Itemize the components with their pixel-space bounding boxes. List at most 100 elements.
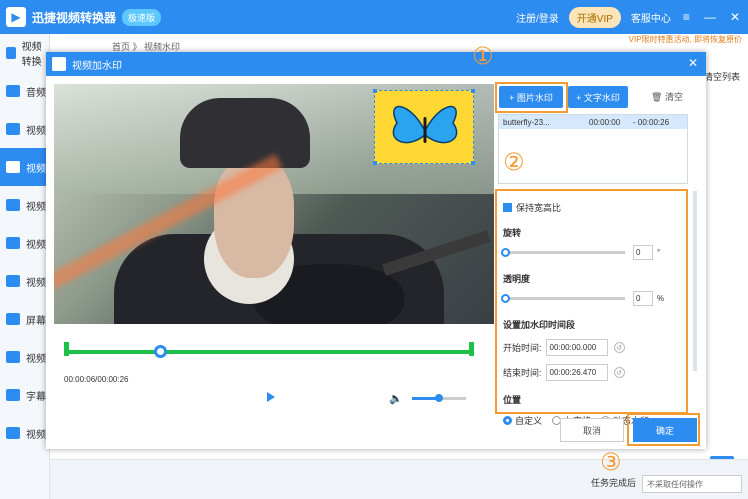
sidebar-item-video-5[interactable]: 视频 xyxy=(0,224,49,262)
highlight-box-image-watermark xyxy=(495,82,568,113)
time-section-label: 设置加水印时间段 xyxy=(503,320,576,330)
screen-icon xyxy=(6,313,20,325)
document-icon xyxy=(6,199,20,211)
opacity-input[interactable]: 0 xyxy=(633,291,653,306)
opacity-label: 透明度 xyxy=(503,274,531,284)
cancel-button[interactable]: 取消 xyxy=(560,418,624,442)
butterfly-icon xyxy=(392,106,458,144)
menu-icon[interactable]: ≡ xyxy=(681,10,692,24)
app-titlebar: ▶ 迅捷视频转换器 极速版 注册/登录 开通VIP 客服中心 ≡ — ✕ xyxy=(0,0,748,34)
end-time-label: 结束时间: xyxy=(503,368,542,378)
rotate-row: 0 ° xyxy=(501,245,680,260)
task-option-value: 不采取任何操作 xyxy=(647,479,703,489)
volume-icon[interactable]: 🔈 xyxy=(389,392,403,405)
keep-ratio-row[interactable]: 保持宽高比 xyxy=(503,201,680,214)
login-link[interactable]: 注册/登录 xyxy=(516,10,559,25)
reset-end-icon[interactable]: ↺ xyxy=(613,367,625,378)
dialog-logo-icon xyxy=(52,57,66,71)
resize-handle[interactable] xyxy=(373,161,377,165)
sidebar-item-label: 字幕 xyxy=(26,391,46,403)
circle-icon xyxy=(6,275,20,287)
clear-list-button[interactable]: 清空列表 xyxy=(704,70,740,83)
sidebar-item-label: 视频 xyxy=(26,277,46,289)
sidebar-item-audio[interactable]: 音频 xyxy=(0,72,49,110)
step-marker-1: ① xyxy=(472,42,494,70)
radio-label: 自定义 xyxy=(515,416,543,426)
clear-watermarks-button[interactable]: 🗑 清空 xyxy=(651,90,683,103)
start-time-label: 开始时间: xyxy=(503,343,542,353)
add-text-watermark-button[interactable]: + 文字水印 xyxy=(568,86,628,108)
rotate-input[interactable]: 0 xyxy=(633,245,653,260)
video-icon xyxy=(6,47,16,59)
task-complete-select[interactable]: 不采取任何操作 xyxy=(642,475,742,493)
sidebar-item-label: 音频 xyxy=(26,87,46,99)
vip-button[interactable]: 开通VIP xyxy=(568,6,621,28)
image-watermark-overlay[interactable] xyxy=(373,89,475,165)
sidebar-item-video-4[interactable]: 视频 xyxy=(0,186,49,224)
watermark-start: 00:00:00 xyxy=(589,117,621,127)
sidebar-item-subtitle[interactable]: 字幕 xyxy=(0,376,49,414)
keep-ratio-checkbox[interactable] xyxy=(503,203,512,212)
edition-badge: 极速版 xyxy=(122,8,162,26)
service-link[interactable]: 客服中心 xyxy=(631,10,671,25)
video-icon xyxy=(6,161,20,173)
rotate-knob[interactable] xyxy=(501,248,510,257)
playhead-knob[interactable] xyxy=(154,345,168,358)
resize-handle[interactable] xyxy=(373,89,377,93)
app-logo-icon: ▶ xyxy=(6,7,26,27)
resize-handle[interactable] xyxy=(471,89,475,93)
watermark-list: butterfly-23... 00:00:00 - 00:00:26 xyxy=(498,114,688,184)
rotate-label: 旋转 xyxy=(503,228,522,238)
position-label: 位置 xyxy=(503,395,522,405)
sidebar-item-label: 屏幕 xyxy=(26,315,46,327)
sidebar-item-video-3[interactable]: 视频 xyxy=(0,148,49,186)
sidebar-item-video-8[interactable]: 视频 xyxy=(0,338,49,376)
sidebar-item-video-10[interactable]: 视频 xyxy=(0,414,49,452)
opacity-knob[interactable] xyxy=(501,294,510,303)
settings-scrollbar[interactable] xyxy=(693,191,697,371)
minimize-icon[interactable]: — xyxy=(702,10,718,24)
globe-icon xyxy=(6,351,20,363)
position-custom-radio[interactable]: 自定义 xyxy=(503,414,542,427)
sidebar-item-label: 视频 xyxy=(26,353,46,365)
start-time-input[interactable]: 00:00:00.000 xyxy=(545,339,608,356)
camera-icon xyxy=(6,123,20,135)
end-time-row: 结束时间: 00:00:26.470 ↺ xyxy=(503,364,680,381)
close-window-icon[interactable]: ✕ xyxy=(728,10,742,24)
rotate-unit: ° xyxy=(657,248,661,257)
watermark-dialog: 视频加水印 ✕ 00:00:06/00:00:26 🔈 + 图片水印 + 文字水… xyxy=(46,52,706,449)
timeline-start-handle[interactable] xyxy=(64,342,69,356)
video-figure-hat xyxy=(180,98,310,168)
sidebar-item-video-6[interactable]: 视频 xyxy=(0,262,49,300)
sidebar-item-screen[interactable]: 屏幕 xyxy=(0,300,49,338)
timeline-track xyxy=(68,350,470,354)
opacity-slider[interactable] xyxy=(501,294,625,303)
timeline-end-handle[interactable] xyxy=(469,342,474,356)
audio-icon xyxy=(6,85,20,97)
timeline-range[interactable] xyxy=(64,342,474,360)
watermark-end: - 00:00:26 xyxy=(633,117,670,127)
resize-handle[interactable] xyxy=(471,161,475,165)
vip-banner[interactable]: VIP限时特惠活动, 即将恢复原价 xyxy=(629,34,742,45)
sidebar-item-label: 视频 xyxy=(26,201,46,213)
task-complete-label: 任务完成后 xyxy=(590,478,636,488)
list-item[interactable]: butterfly-23... 00:00:00 - 00:00:26 xyxy=(499,115,687,129)
sidebar-item-label: 视频转换 xyxy=(21,42,42,68)
app-title: 迅捷视频转换器 xyxy=(32,10,117,25)
sidebar-item-video-2[interactable]: 视频 xyxy=(0,110,49,148)
watermark-settings-panel: 保持宽高比 旋转 0 ° 透明度 0 % 设置加水印时间段 开始时间: 00:0… xyxy=(495,189,697,426)
radio-dot xyxy=(503,416,512,425)
dialog-close-icon[interactable]: ✕ xyxy=(688,56,698,70)
pin-icon xyxy=(6,389,20,401)
step-marker-2: ② xyxy=(503,148,525,176)
play-icon[interactable] xyxy=(267,392,275,402)
sidebar-item-video-convert[interactable]: 视频转换 xyxy=(0,34,49,72)
reset-start-icon[interactable]: ↺ xyxy=(613,342,625,353)
end-time-input[interactable]: 00:00:26.470 xyxy=(545,364,608,381)
start-time-row: 开始时间: 00:00:00.000 ↺ xyxy=(503,339,680,356)
opacity-unit: % xyxy=(657,294,665,303)
volume-slider[interactable] xyxy=(412,394,466,402)
rotate-slider[interactable] xyxy=(501,248,625,257)
clear-label: 清空 xyxy=(664,92,683,102)
volume-knob[interactable] xyxy=(435,394,443,402)
